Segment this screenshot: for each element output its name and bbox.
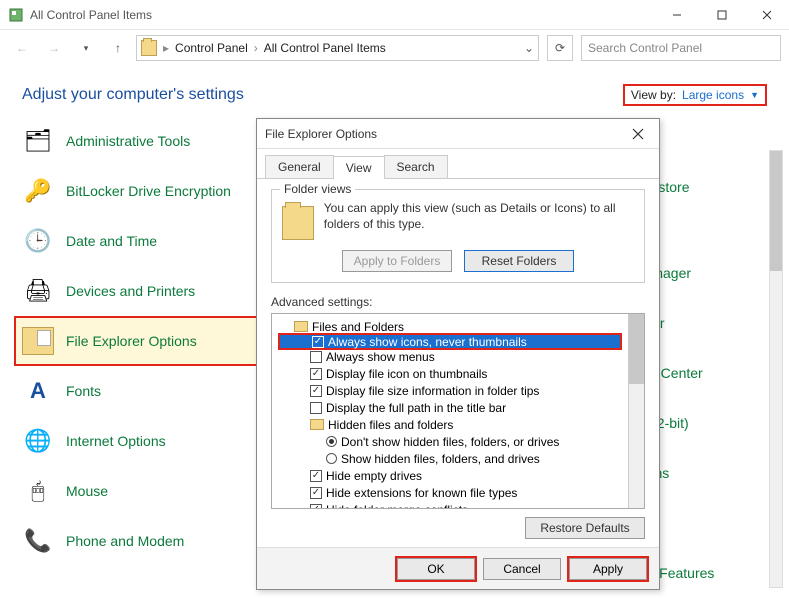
cp-item-date-time[interactable]: 🕒Date and Time bbox=[22, 216, 260, 266]
minimize-button[interactable] bbox=[654, 0, 699, 30]
tree-item-hide-empty-drives[interactable]: Hide empty drives bbox=[278, 467, 622, 484]
chevron-down-icon: ▼ bbox=[750, 90, 759, 100]
checkbox-icon[interactable] bbox=[310, 368, 322, 380]
radio-icon[interactable] bbox=[326, 453, 337, 464]
apply-to-folders-button[interactable]: Apply to Folders bbox=[342, 250, 452, 272]
cp-item-fonts[interactable]: AFonts bbox=[22, 366, 260, 416]
folder-icon bbox=[141, 40, 157, 56]
folder-icon bbox=[310, 419, 324, 430]
up-button[interactable]: ↑ bbox=[104, 34, 132, 62]
window-title: All Control Panel Items bbox=[30, 8, 654, 22]
maximize-button[interactable] bbox=[699, 0, 744, 30]
clock-icon: 🕒 bbox=[22, 225, 54, 257]
cp-item-phone-modem[interactable]: 📞Phone and Modem bbox=[22, 516, 260, 566]
tab-general[interactable]: General bbox=[265, 155, 334, 178]
cancel-button[interactable]: Cancel bbox=[483, 558, 561, 580]
back-button[interactable]: ← bbox=[8, 34, 36, 62]
dialog-footer: OK Cancel Apply bbox=[257, 547, 659, 589]
navigation-bar: ← → ▾ ↑ ▸ Control Panel › All Control Pa… bbox=[0, 30, 789, 66]
cp-item-internet-options[interactable]: 🌐Internet Options bbox=[22, 416, 260, 466]
recent-dropdown[interactable]: ▾ bbox=[72, 34, 100, 62]
mouse-icon: 🖱 bbox=[22, 475, 54, 507]
reset-folders-button[interactable]: Reset Folders bbox=[464, 250, 574, 272]
tab-search[interactable]: Search bbox=[384, 155, 448, 178]
tree-scrollbar[interactable] bbox=[628, 314, 644, 508]
vertical-scrollbar[interactable] bbox=[769, 150, 783, 588]
tree-item-hide-merge-conflicts[interactable]: Hide folder merge conflicts bbox=[278, 501, 622, 508]
folder-views-group: Folder views You can apply this view (su… bbox=[271, 189, 645, 283]
checkbox-icon[interactable] bbox=[310, 504, 322, 509]
dialog-tabs: General View Search bbox=[257, 149, 659, 179]
folder-views-legend: Folder views bbox=[280, 182, 355, 196]
file-explorer-options-dialog: File Explorer Options General View Searc… bbox=[256, 118, 660, 590]
tree-item-hide-extensions[interactable]: Hide extensions for known file types bbox=[278, 484, 622, 501]
tree-item-display-file-size[interactable]: Display file size information in folder … bbox=[278, 382, 622, 399]
checkbox-icon[interactable] bbox=[310, 385, 322, 397]
advanced-settings-tree[interactable]: Files and Folders Always show icons, nev… bbox=[271, 313, 645, 509]
window-titlebar: All Control Panel Items bbox=[0, 0, 789, 30]
globe-icon: 🌐 bbox=[22, 425, 54, 457]
folder-views-desc: You can apply this view (such as Details… bbox=[324, 200, 634, 232]
radio-icon[interactable] bbox=[326, 436, 337, 447]
scrollbar-thumb[interactable] bbox=[770, 151, 782, 271]
refresh-button[interactable]: ⟳ bbox=[547, 35, 573, 61]
forward-button[interactable]: → bbox=[40, 34, 68, 62]
dialog-titlebar: File Explorer Options bbox=[257, 119, 659, 149]
checkbox-icon[interactable] bbox=[310, 470, 322, 482]
ok-button[interactable]: OK bbox=[397, 558, 475, 580]
close-button[interactable] bbox=[744, 0, 789, 30]
scrollbar-thumb[interactable] bbox=[629, 314, 644, 384]
advanced-settings-label: Advanced settings: bbox=[271, 295, 645, 309]
tree-item-dont-show-hidden[interactable]: Don't show hidden files, folders, or dri… bbox=[278, 433, 622, 450]
cp-item-admin-tools[interactable]: 🗂Administrative Tools bbox=[22, 116, 260, 166]
header-row: Adjust your computer's settings View by:… bbox=[0, 66, 789, 116]
cp-item-file-explorer-options[interactable]: File Explorer Options bbox=[14, 316, 260, 366]
address-bar[interactable]: ▸ Control Panel › All Control Panel Item… bbox=[136, 35, 539, 61]
tree-item-display-full-path[interactable]: Display the full path in the title bar bbox=[278, 399, 622, 416]
control-panel-list: 🗂Administrative Tools 🔑BitLocker Drive E… bbox=[0, 116, 260, 566]
key-icon: 🔑 bbox=[22, 175, 54, 207]
tab-view[interactable]: View bbox=[333, 156, 385, 179]
phone-icon: 📞 bbox=[22, 525, 54, 557]
checkbox-icon[interactable] bbox=[312, 336, 324, 348]
tree-group-hidden: Hidden files and folders bbox=[278, 416, 622, 433]
tree-item-show-hidden[interactable]: Show hidden files, folders, and drives bbox=[278, 450, 622, 467]
folder-icon bbox=[294, 321, 308, 332]
page-title: Adjust your computer's settings bbox=[22, 86, 244, 104]
checkbox-icon[interactable] bbox=[310, 487, 322, 499]
cp-item-mouse[interactable]: 🖱Mouse bbox=[22, 466, 260, 516]
view-by-value[interactable]: Large icons bbox=[682, 88, 744, 102]
cp-item-devices-printers[interactable]: 🖨Devices and Printers bbox=[22, 266, 260, 316]
folder-options-icon bbox=[22, 327, 54, 355]
dialog-title: File Explorer Options bbox=[265, 127, 625, 141]
breadcrumb-current[interactable]: All Control Panel Items bbox=[264, 41, 386, 55]
tab-body: Folder views You can apply this view (su… bbox=[257, 179, 659, 549]
restore-defaults-button[interactable]: Restore Defaults bbox=[525, 517, 645, 539]
control-panel-icon bbox=[8, 7, 24, 23]
checkbox-icon[interactable] bbox=[310, 351, 322, 363]
search-placeholder: Search Control Panel bbox=[588, 41, 702, 55]
view-by-label: View by: bbox=[631, 88, 676, 102]
dialog-close-button[interactable] bbox=[625, 121, 651, 147]
apply-button[interactable]: Apply bbox=[569, 558, 647, 580]
printer-icon: 🖨 bbox=[22, 275, 54, 307]
fonts-icon: A bbox=[22, 375, 54, 407]
view-by-control[interactable]: View by: Large icons ▼ bbox=[623, 84, 767, 106]
breadcrumb-root[interactable]: Control Panel bbox=[175, 41, 248, 55]
tree-item-display-file-icon[interactable]: Display file icon on thumbnails bbox=[278, 365, 622, 382]
cp-item-bitlocker[interactable]: 🔑BitLocker Drive Encryption bbox=[22, 166, 260, 216]
folder-icon bbox=[282, 206, 314, 240]
admin-tools-icon: 🗂 bbox=[22, 125, 54, 157]
search-input[interactable]: Search Control Panel bbox=[581, 35, 781, 61]
checkbox-icon[interactable] bbox=[310, 402, 322, 414]
address-dropdown-icon[interactable]: ⌄ bbox=[524, 41, 534, 55]
tree-item-always-show-menus[interactable]: Always show menus bbox=[278, 348, 622, 365]
